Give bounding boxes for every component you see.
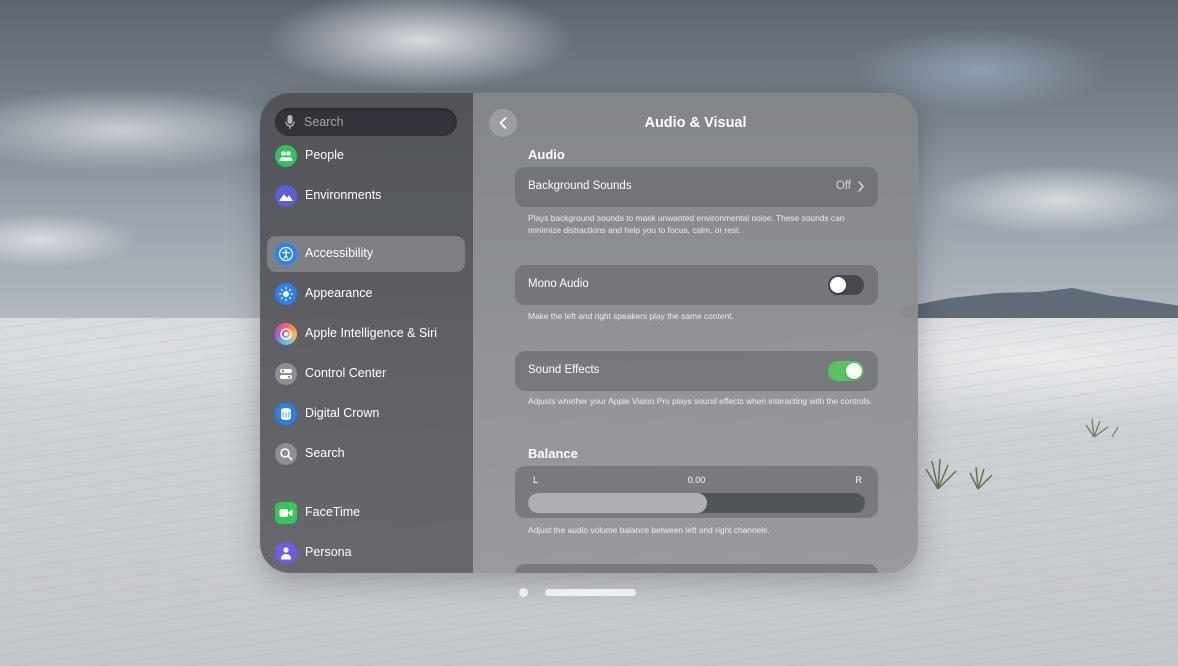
balance-right-label: R bbox=[855, 475, 863, 485]
next-settings-row[interactable] bbox=[515, 564, 878, 573]
row-label: Background Sounds bbox=[528, 180, 632, 192]
mono-audio-row: Mono Audio bbox=[515, 265, 878, 305]
sound-effects-caption: Adjusts whether your Apple Vision Pro pl… bbox=[528, 396, 873, 406]
settings-window: People Environments Accessibility Appear… bbox=[260, 93, 918, 573]
yucca-shrub bbox=[925, 458, 993, 490]
sidebar-item-environments[interactable]: Environments bbox=[267, 178, 465, 214]
balance-caption: Adjust the audio volume balance between … bbox=[528, 525, 770, 535]
sidebar-item-people[interactable]: People bbox=[267, 138, 465, 174]
sidebar: People Environments Accessibility Appear… bbox=[260, 93, 473, 573]
row-label: Sound Effects bbox=[528, 364, 600, 376]
people-icon bbox=[275, 145, 297, 167]
toggle-knob bbox=[846, 363, 862, 379]
crown-icon bbox=[275, 403, 297, 425]
close-window-dot[interactable] bbox=[519, 588, 528, 597]
sidebar-item-facetime[interactable]: FaceTime bbox=[267, 495, 465, 531]
microphone-icon[interactable] bbox=[285, 114, 295, 130]
siri-icon bbox=[275, 323, 297, 345]
section-header-balance: Balance bbox=[528, 446, 578, 461]
sun-icon bbox=[275, 283, 297, 305]
sidebar-item-persona[interactable]: Persona bbox=[267, 535, 465, 571]
detail-pane: Audio & Visual Audio Background Sounds O… bbox=[473, 93, 918, 573]
yucca-shrub-far bbox=[1085, 418, 1119, 438]
sidebar-item-label: Control Center bbox=[305, 366, 387, 380]
balance-slider-fill bbox=[528, 493, 707, 513]
sidebar-item-label: Accessibility bbox=[305, 246, 374, 260]
mountain-icon bbox=[275, 185, 297, 207]
accessibility-icon bbox=[275, 243, 297, 265]
sidebar-item-label: People bbox=[305, 148, 344, 162]
sidebar-item-label: FaceTime bbox=[305, 505, 361, 519]
section-header-audio: Audio bbox=[528, 147, 565, 162]
balance-slider[interactable] bbox=[528, 493, 865, 513]
row-label: Mono Audio bbox=[528, 278, 589, 290]
background-sounds-caption: Plays background sounds to mask unwanted… bbox=[528, 213, 845, 235]
persona-icon bbox=[275, 542, 297, 564]
magnifier-icon bbox=[275, 443, 297, 465]
sidebar-item-label: Persona bbox=[305, 545, 352, 559]
sidebar-item-digital-crown[interactable]: Digital Crown bbox=[267, 396, 465, 432]
sidebar-item-apple-intelligence-siri[interactable]: Apple Intelligence & Siri bbox=[267, 316, 465, 352]
sidebar-item-accessibility[interactable]: Accessibility bbox=[267, 236, 465, 272]
sidebar-item-label: Digital Crown bbox=[305, 406, 380, 420]
toggles-icon bbox=[275, 363, 297, 385]
toggle-knob bbox=[830, 277, 846, 293]
sidebar-item-appearance[interactable]: Appearance bbox=[267, 276, 465, 312]
search-field[interactable] bbox=[275, 108, 457, 136]
sound-effects-row: Sound Effects bbox=[515, 351, 878, 391]
chevron-right-icon bbox=[858, 181, 864, 192]
sound-effects-toggle[interactable] bbox=[828, 361, 864, 381]
sidebar-item-label: Apple Intelligence & Siri bbox=[305, 326, 438, 340]
background-sounds-row[interactable]: Background Sounds Off bbox=[515, 167, 878, 207]
sidebar-item-search[interactable]: Search bbox=[267, 436, 465, 472]
sidebar-item-label: Search bbox=[305, 446, 345, 460]
mono-audio-caption: Make the left and right speakers play th… bbox=[528, 311, 734, 321]
sidebar-item-label: Environments bbox=[305, 188, 382, 202]
page-title: Audio & Visual bbox=[644, 115, 747, 131]
sidebar-item-control-center[interactable]: Control Center bbox=[267, 356, 465, 392]
balance-value: 0.00 bbox=[687, 475, 706, 485]
sidebar-item-label: Appearance bbox=[305, 286, 373, 300]
balance-row: L 0.00 R bbox=[515, 466, 878, 518]
row-value: Off bbox=[835, 180, 851, 192]
mono-audio-toggle[interactable] bbox=[828, 275, 864, 295]
window-grab-bar[interactable] bbox=[545, 589, 636, 596]
video-camera-icon bbox=[275, 502, 297, 524]
search-input[interactable] bbox=[304, 108, 449, 136]
